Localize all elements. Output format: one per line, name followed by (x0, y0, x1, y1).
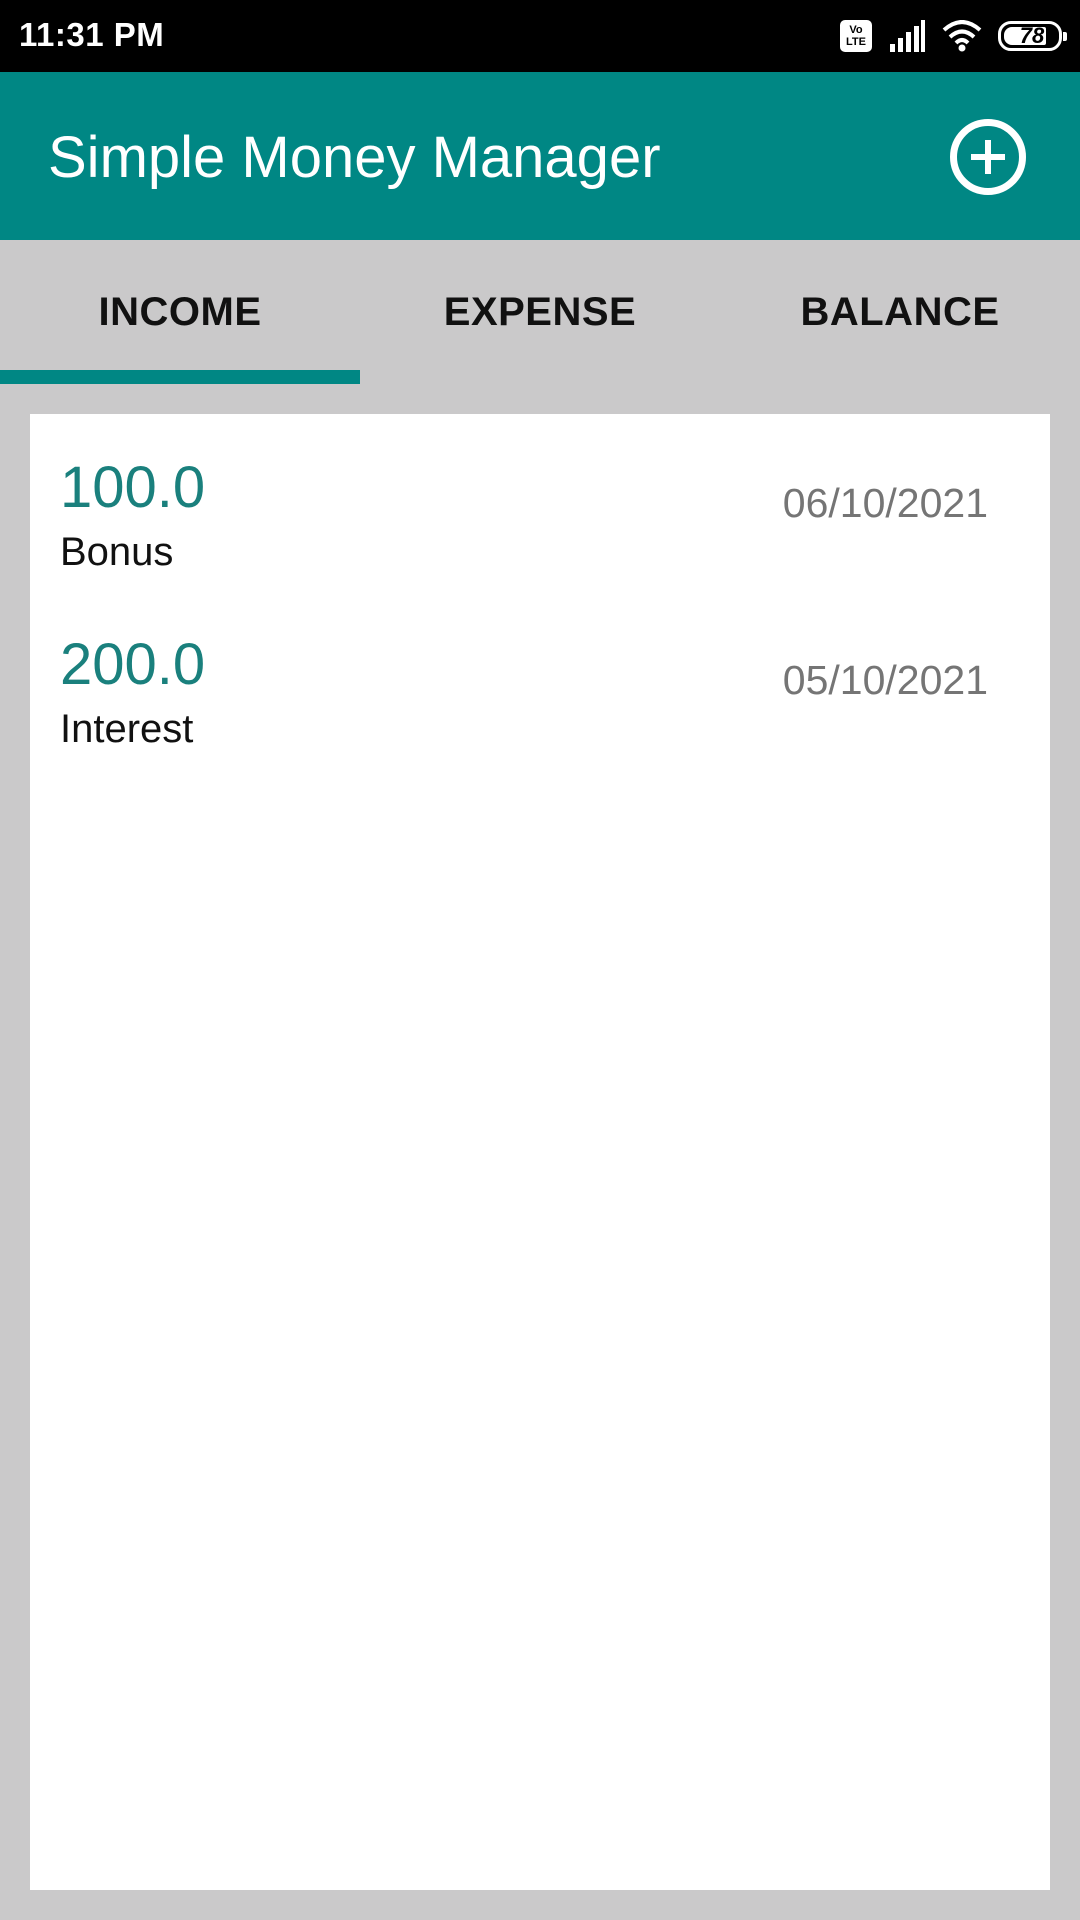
wifi-icon (942, 20, 982, 52)
volte-label: Vo LTE (846, 24, 866, 48)
status-icons: Vo LTE 78 (840, 14, 1067, 58)
entry-category: Bonus (60, 530, 174, 574)
battery-level: 78 (1019, 23, 1045, 48)
status-bar: 11:31 PM Vo LTE 78 (0, 0, 1080, 72)
tab-expense-label: EXPENSE (443, 290, 637, 334)
entry-category: Interest (60, 707, 194, 751)
entries-list: 100.0 Bonus 06/10/2021 200.0 Interest 05… (30, 414, 1050, 1890)
entry-amount: 200.0 (60, 632, 206, 697)
tab-income-label: INCOME (98, 290, 262, 334)
entry-date: 05/10/2021 (782, 657, 988, 703)
app-bar: Simple Money Manager (0, 72, 1080, 240)
tab-selected-indicator (0, 370, 360, 384)
tab-income[interactable]: INCOME (0, 240, 360, 384)
battery-icon: 78 (998, 21, 1067, 51)
app-title: Simple Money Manager (48, 125, 661, 190)
list-item[interactable]: 100.0 Bonus 06/10/2021 (30, 414, 1050, 590)
tab-bar: INCOME EXPENSE BALANCE (0, 240, 1080, 384)
signal-bars-icon (890, 20, 925, 52)
add-circle-icon[interactable] (950, 119, 1026, 195)
entry-date: 06/10/2021 (782, 480, 988, 526)
status-time: 11:31 PM (19, 16, 165, 53)
entry-amount: 100.0 (60, 455, 206, 520)
tab-balance-label: BALANCE (800, 290, 1000, 334)
list-item[interactable]: 200.0 Interest 05/10/2021 (30, 591, 1050, 767)
tab-expense[interactable]: EXPENSE (360, 240, 720, 384)
volte-icon: Vo LTE (840, 20, 872, 52)
tab-balance[interactable]: BALANCE (720, 240, 1080, 384)
